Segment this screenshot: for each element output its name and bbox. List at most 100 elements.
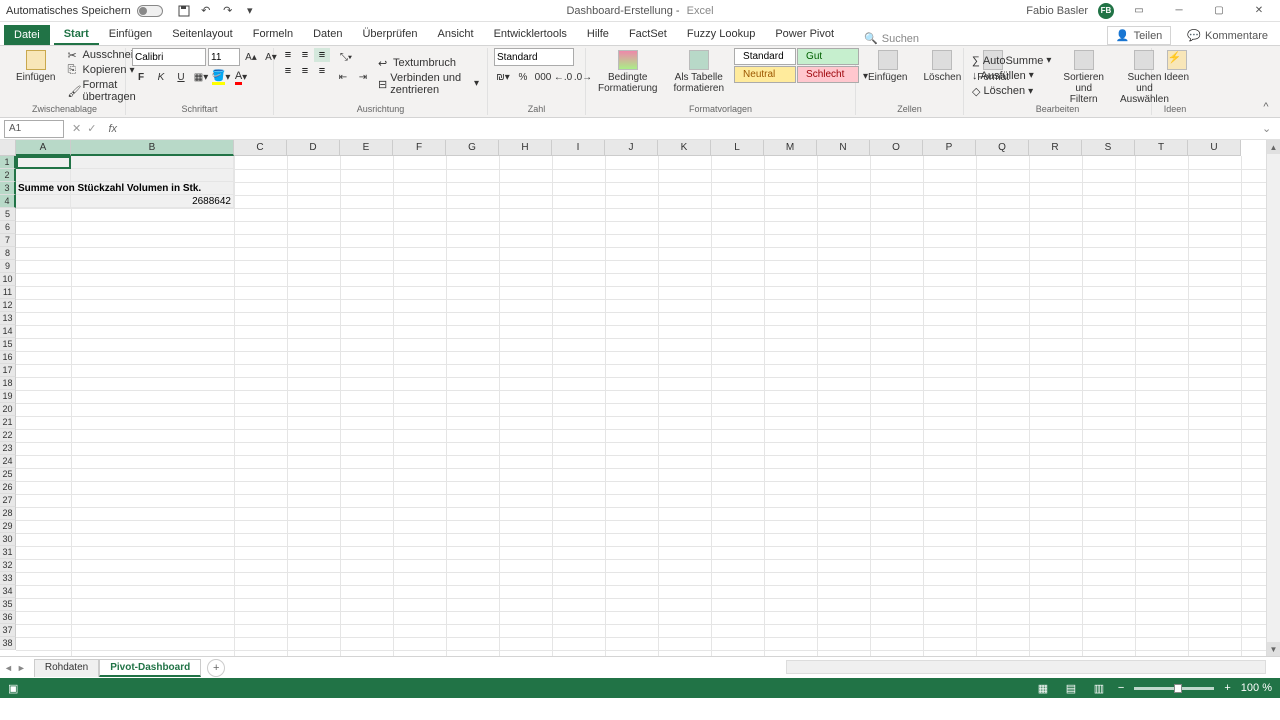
- bold-button[interactable]: F: [132, 68, 150, 86]
- sort-filter-button[interactable]: Sortieren und Filtern: [1057, 48, 1110, 107]
- increase-font-button[interactable]: A▴: [242, 48, 260, 66]
- row-header-24[interactable]: 24: [0, 455, 16, 468]
- column-header-U[interactable]: U: [1188, 140, 1241, 156]
- row-header-10[interactable]: 10: [0, 273, 16, 286]
- fx-icon[interactable]: fx: [108, 123, 117, 135]
- cell-style-standard[interactable]: Standard: [734, 48, 796, 65]
- zoom-slider[interactable]: [1134, 687, 1214, 690]
- page-layout-view-button[interactable]: ▤: [1062, 681, 1080, 695]
- align-right-button[interactable]: ≡: [314, 64, 330, 78]
- row-header-2[interactable]: 2: [0, 169, 16, 182]
- cell[interactable]: [16, 195, 71, 208]
- row-header-9[interactable]: 9: [0, 260, 16, 273]
- close-button[interactable]: ✕: [1244, 2, 1274, 20]
- currency-button[interactable]: ₪▾: [494, 68, 512, 86]
- column-header-D[interactable]: D: [287, 140, 340, 156]
- ribbon-tab-factset[interactable]: FactSet: [619, 25, 677, 45]
- column-header-K[interactable]: K: [658, 140, 711, 156]
- row-header-13[interactable]: 13: [0, 312, 16, 325]
- merge-center-button[interactable]: ⊟Verbinden und zentrieren▾: [376, 71, 481, 97]
- sheet-tab-pivot-dashboard[interactable]: Pivot-Dashboard: [99, 659, 201, 677]
- percent-button[interactable]: %: [514, 68, 532, 86]
- autosave-toggle[interactable]: [137, 5, 163, 17]
- align-bottom-button[interactable]: ≡: [314, 48, 330, 62]
- wrap-text-button[interactable]: ↩Textumbruch: [376, 56, 481, 70]
- select-all-button[interactable]: [0, 140, 16, 156]
- maximize-button[interactable]: ▢: [1204, 2, 1234, 20]
- sheet-nav-first[interactable]: ◄: [4, 663, 13, 673]
- row-header-6[interactable]: 6: [0, 221, 16, 234]
- row-header-31[interactable]: 31: [0, 546, 16, 559]
- column-header-H[interactable]: H: [499, 140, 552, 156]
- sheet-tab-rohdaten[interactable]: Rohdaten: [34, 659, 99, 677]
- column-header-L[interactable]: L: [711, 140, 764, 156]
- column-header-S[interactable]: S: [1082, 140, 1135, 156]
- redo-icon[interactable]: ↷: [221, 4, 235, 18]
- zoom-out-button[interactable]: −: [1118, 682, 1124, 694]
- row-header-22[interactable]: 22: [0, 429, 16, 442]
- ribbon-display-icon[interactable]: ▭: [1124, 2, 1154, 20]
- align-middle-button[interactable]: ≡: [297, 48, 313, 62]
- column-header-N[interactable]: N: [817, 140, 870, 156]
- name-box[interactable]: [4, 120, 64, 138]
- row-header-36[interactable]: 36: [0, 611, 16, 624]
- normal-view-button[interactable]: ▦: [1034, 681, 1052, 695]
- fill-button[interactable]: ↓Ausfüllen▾: [970, 69, 1053, 83]
- row-header-4[interactable]: 4: [0, 195, 16, 208]
- row-header-14[interactable]: 14: [0, 325, 16, 338]
- row-header-38[interactable]: 38: [0, 637, 16, 650]
- zoom-level[interactable]: 100 %: [1241, 682, 1272, 694]
- row-header-7[interactable]: 7: [0, 234, 16, 247]
- row-header-18[interactable]: 18: [0, 377, 16, 390]
- font-color-button[interactable]: A▾: [232, 68, 250, 86]
- column-header-O[interactable]: O: [870, 140, 923, 156]
- enter-formula-button[interactable]: ✓: [87, 122, 96, 135]
- row-header-27[interactable]: 27: [0, 494, 16, 507]
- scroll-down-button[interactable]: ▼: [1267, 642, 1280, 656]
- row-header-21[interactable]: 21: [0, 416, 16, 429]
- column-header-B[interactable]: B: [71, 140, 234, 156]
- row-header-33[interactable]: 33: [0, 572, 16, 585]
- zoom-in-button[interactable]: +: [1224, 682, 1230, 694]
- fill-color-button[interactable]: 🪣▾: [212, 68, 230, 86]
- autosum-button[interactable]: ∑AutoSumme▾: [970, 54, 1053, 68]
- italic-button[interactable]: K: [152, 68, 170, 86]
- comma-button[interactable]: 000: [534, 68, 552, 86]
- align-left-button[interactable]: ≡: [280, 64, 296, 78]
- insert-cells-button[interactable]: Einfügen: [862, 48, 913, 85]
- row-header-34[interactable]: 34: [0, 585, 16, 598]
- format-as-table-button[interactable]: Als Tabelle formatieren: [667, 48, 730, 96]
- conditional-formatting-button[interactable]: Bedingte Formatierung: [592, 48, 663, 96]
- save-icon[interactable]: [177, 4, 191, 18]
- ribbon-tab-überprüfen[interactable]: Überprüfen: [352, 25, 427, 45]
- row-header-15[interactable]: 15: [0, 338, 16, 351]
- font-name-select[interactable]: [132, 48, 206, 66]
- orientation-button[interactable]: ⤡▾: [334, 48, 358, 66]
- row-header-23[interactable]: 23: [0, 442, 16, 455]
- sheet-nav-prev[interactable]: ►: [17, 663, 26, 673]
- cell-style-schlecht[interactable]: Schlecht: [797, 66, 859, 83]
- ribbon-tab-hilfe[interactable]: Hilfe: [577, 25, 619, 45]
- row-header-37[interactable]: 37: [0, 624, 16, 637]
- ribbon-tab-seitenlayout[interactable]: Seitenlayout: [162, 25, 243, 45]
- column-header-T[interactable]: T: [1135, 140, 1188, 156]
- cell[interactable]: [71, 156, 234, 169]
- row-header-3[interactable]: 3: [0, 182, 16, 195]
- row-header-28[interactable]: 28: [0, 507, 16, 520]
- increase-decimal-button[interactable]: ←.0: [554, 68, 572, 86]
- cancel-formula-button[interactable]: ✕: [72, 122, 81, 135]
- ribbon-tab-start[interactable]: Start: [54, 25, 99, 45]
- increase-indent-button[interactable]: ⇥: [354, 68, 372, 86]
- clear-button[interactable]: ◇Löschen▾: [970, 84, 1053, 99]
- cell-style-neutral[interactable]: Neutral: [734, 66, 796, 83]
- share-button[interactable]: 👤Teilen: [1107, 26, 1171, 45]
- cell-B4[interactable]: 2688642: [71, 195, 234, 208]
- row-header-30[interactable]: 30: [0, 533, 16, 546]
- row-header-17[interactable]: 17: [0, 364, 16, 377]
- column-header-Q[interactable]: Q: [976, 140, 1029, 156]
- page-break-view-button[interactable]: ▥: [1090, 681, 1108, 695]
- column-header-M[interactable]: M: [764, 140, 817, 156]
- column-header-F[interactable]: F: [393, 140, 446, 156]
- row-header-35[interactable]: 35: [0, 598, 16, 611]
- column-header-A[interactable]: A: [16, 140, 71, 156]
